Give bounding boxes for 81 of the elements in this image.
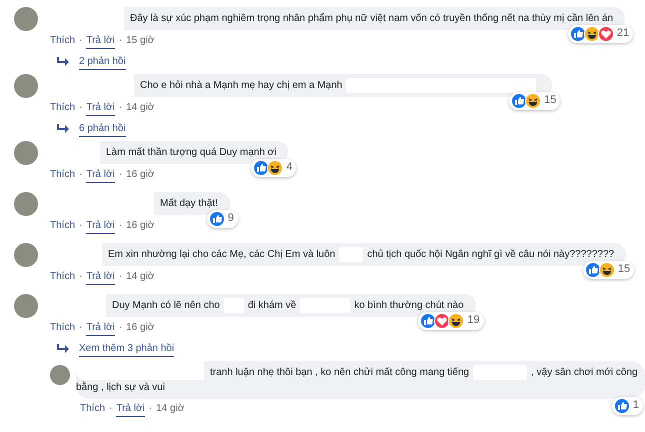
like-reaction-icon [584,262,601,278]
view-replies-link[interactable]: Xem thêm 3 phản hồi [79,340,174,356]
comment-text: , vậy sân chơi mới công [531,366,638,380]
view-replies-link[interactable]: 6 phản hồi [79,120,126,136]
reactions-badge: 9 [206,210,238,228]
comment-text: Mất dạy thật! [160,196,218,210]
reactions-badge: 1 [612,396,643,414]
like-link[interactable]: Thích [50,320,76,336]
like-link[interactable]: Thích [50,268,76,284]
separator-dot: · [79,34,82,48]
comment-text: đi khám về [248,298,296,312]
timestamp: 14 giờ [126,100,154,114]
separator-dot: · [118,34,122,48]
timestamp: 14 giờ [156,402,184,416]
like-reaction-icon [208,210,225,226]
heart-reaction-icon [598,26,614,42]
separator-dot: · [79,100,82,114]
separator-dot: · [118,270,122,284]
like-link[interactable]: Thích [50,32,76,48]
reactions-badge: 15 [509,92,560,110]
avatar-circle [14,74,38,98]
comment-text: chủ tịch quốc hội Ngân nghĩ gì về câu nói này???????? [367,248,614,262]
separator-dot: · [118,168,122,182]
like-reaction-icon [614,398,630,414]
like-link[interactable]: Thích [50,218,76,234]
comment-text: Em xin nhường lại cho các Mẹ, các Chị Em và luôn [108,248,336,262]
like-reaction-icon [511,92,528,108]
reply-arrow-icon [56,56,69,66]
comment-text: Đây là sự xúc phạm nghiêm trọng nhân phẩm phụ nữ việt nam vốn có truyền thống nết na thùy mị cần lên án [130,12,614,26]
reactions-badge: 15 [582,260,634,278]
separator-dot: · [118,320,122,334]
separator-dot: · [118,218,122,232]
laughing-face-icon [584,26,600,42]
laughing-face-icon [267,160,284,176]
like-reaction-icon [253,160,270,176]
reply-link[interactable]: Trả lời [86,268,115,284]
comment-text: Duy Mạnh có lẽ nên cho [112,298,220,312]
reply-link[interactable]: Trả lời [86,32,115,48]
reply-link[interactable]: Trả lời [86,320,115,336]
separator-dot: · [79,270,82,284]
comment-text: ko bình thường chút nào [354,298,464,312]
reply-link[interactable]: Trả lời [86,100,115,116]
separator-dot: · [79,320,82,334]
like-link[interactable]: Thích [50,100,76,116]
avatar-circle [14,294,38,318]
comment-text: Cho e hỏi nhà a Mạnh mẹ hay chị em a Mạnh [140,78,342,92]
timestamp: 16 giờ [126,218,154,232]
reactions-badge: 19 [418,312,484,330]
comment-text: tranh luận nhẹ thôi bạn , ko nên chửi mất công mang tiếng [210,366,470,380]
separator-dot: · [79,168,82,182]
separator-dot: · [109,402,112,416]
reply-arrow-icon [56,344,69,354]
reply-arrow-icon [56,124,69,134]
reactions-badge: 4 [251,158,296,176]
reply-link[interactable]: Trả lời [86,166,115,182]
like-link[interactable]: Thích [50,166,76,182]
avatar-circle [14,192,38,216]
like-link[interactable]: Thích [80,400,106,416]
heart-reaction-icon [434,312,450,328]
separator-dot: · [148,402,152,416]
avatar-circle [14,6,38,30]
separator-dot: · [79,218,82,232]
like-reaction-icon [420,312,436,328]
timestamp: 16 giờ [126,168,154,182]
laughing-face-icon [525,92,542,108]
reply-link[interactable]: Trả lời [116,400,145,416]
timestamp: 14 giờ [126,270,154,284]
view-replies-link[interactable]: 2 phản hồi [79,54,126,70]
like-reaction-icon [570,26,586,42]
avatar-circle [14,242,38,266]
laughing-face-icon [448,312,464,328]
laughing-face-icon [598,262,615,278]
separator-dot: · [118,100,122,114]
timestamp: 15 giờ [126,34,154,48]
reactions-badge: 21 [568,24,634,42]
reply-link[interactable]: Trả lời [86,218,115,234]
avatar-circle [14,140,38,164]
comment-text: Làm mất thần tượng quá Duy mạnh ơi [106,146,276,160]
avatar-circle [50,364,70,384]
timestamp: 16 giờ [126,320,154,334]
comment-text: bằng , lịch sự và vui [76,380,165,394]
